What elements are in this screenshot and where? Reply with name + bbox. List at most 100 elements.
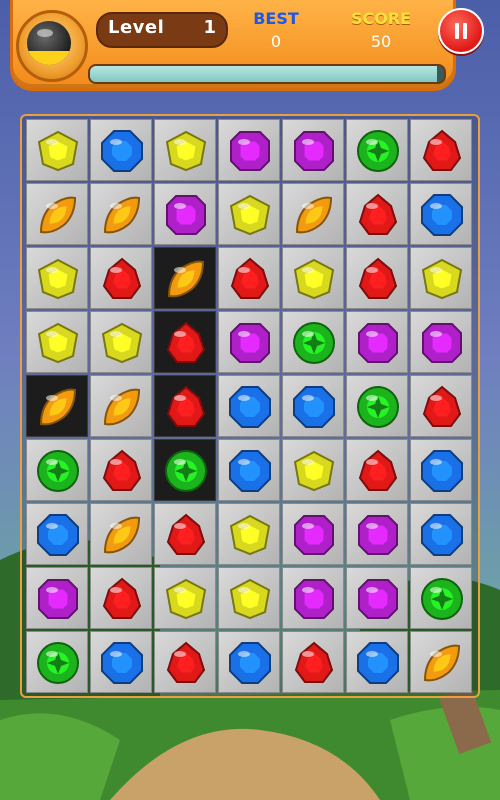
board-cell[interactable] — [218, 119, 280, 181]
board-cell[interactable] — [90, 311, 152, 373]
red-gem-icon — [102, 257, 142, 299]
orange-gem-icon — [39, 388, 77, 426]
board-cell[interactable] — [154, 311, 216, 373]
yellow-gem-icon — [165, 578, 207, 620]
level-value: 1 — [203, 17, 216, 38]
yellow-gem-icon — [229, 578, 271, 620]
board-cell[interactable] — [154, 439, 216, 501]
board-cell[interactable] — [90, 567, 152, 629]
level-progress-bar — [88, 64, 446, 84]
board-cell[interactable] — [26, 439, 88, 501]
board-cell[interactable] — [90, 503, 152, 565]
red-gem-icon — [230, 257, 270, 299]
purple-gem-icon — [294, 131, 334, 171]
purple-gem-icon — [358, 515, 398, 555]
red-gem-icon — [102, 449, 142, 491]
board-cell[interactable] — [218, 311, 280, 373]
board-cell[interactable] — [346, 439, 408, 501]
board-cell[interactable] — [90, 375, 152, 437]
board-cell[interactable] — [410, 503, 472, 565]
board-cell[interactable] — [282, 375, 344, 437]
orange-gem-icon — [423, 644, 461, 682]
orange-gem-icon — [103, 516, 141, 554]
board-cell[interactable] — [154, 119, 216, 181]
board-cell[interactable] — [26, 119, 88, 181]
green-gem-icon — [421, 578, 463, 620]
board-cell[interactable] — [26, 375, 88, 437]
yellow-gem-icon — [229, 194, 271, 236]
red-gem-icon — [358, 449, 398, 491]
board-cell[interactable] — [154, 631, 216, 693]
board-cell[interactable] — [154, 183, 216, 245]
board-cell[interactable] — [410, 119, 472, 181]
board-cell[interactable] — [410, 375, 472, 437]
score-value: 50 — [370, 32, 392, 51]
board-cell[interactable] — [218, 631, 280, 693]
board-cell[interactable] — [218, 503, 280, 565]
progress-pot-icon — [27, 21, 71, 65]
board-cell[interactable] — [410, 439, 472, 501]
board-cell[interactable] — [410, 183, 472, 245]
board-cell[interactable] — [346, 375, 408, 437]
board-cell[interactable] — [346, 311, 408, 373]
board-cell[interactable] — [282, 439, 344, 501]
board-cell[interactable] — [346, 567, 408, 629]
green-gem-icon — [37, 642, 79, 684]
board-cell[interactable] — [218, 439, 280, 501]
board-cell[interactable] — [410, 311, 472, 373]
yellow-gem-icon — [37, 258, 79, 300]
board-cell[interactable] — [346, 247, 408, 309]
yellow-gem-icon — [165, 130, 207, 172]
board-cell[interactable] — [346, 183, 408, 245]
board-cell[interactable] — [346, 503, 408, 565]
red-gem-icon — [166, 641, 206, 683]
board-cell[interactable] — [154, 247, 216, 309]
best-label: BEST — [253, 9, 299, 28]
board-cell[interactable] — [218, 375, 280, 437]
board-cell[interactable] — [218, 567, 280, 629]
board-cell[interactable] — [218, 183, 280, 245]
blue-gem-icon — [293, 386, 335, 428]
purple-gem-icon — [230, 323, 270, 363]
yellow-gem-icon — [229, 514, 271, 556]
board-cell[interactable] — [26, 567, 88, 629]
board-cell[interactable] — [282, 247, 344, 309]
board-cell[interactable] — [90, 183, 152, 245]
board-cell[interactable] — [218, 247, 280, 309]
board-cell[interactable] — [90, 439, 152, 501]
board-cell[interactable] — [90, 119, 152, 181]
board-cell[interactable] — [26, 631, 88, 693]
board-cell[interactable] — [154, 567, 216, 629]
board-cell[interactable] — [282, 503, 344, 565]
board-cell[interactable] — [410, 567, 472, 629]
orange-gem-icon — [103, 196, 141, 234]
board-cell[interactable] — [90, 631, 152, 693]
board-cell[interactable] — [282, 567, 344, 629]
pot-shine — [37, 29, 53, 37]
game-board — [20, 114, 480, 698]
red-gem-icon — [166, 513, 206, 555]
yellow-gem-icon — [37, 130, 79, 172]
orange-gem-icon — [39, 196, 77, 234]
board-cell[interactable] — [154, 503, 216, 565]
board-cell[interactable] — [282, 631, 344, 693]
board-cell[interactable] — [346, 631, 408, 693]
board-cell[interactable] — [410, 631, 472, 693]
board-cell[interactable] — [282, 311, 344, 373]
board-cell[interactable] — [282, 183, 344, 245]
board-cell[interactable] — [26, 247, 88, 309]
board-cell[interactable] — [26, 183, 88, 245]
purple-gem-icon — [294, 579, 334, 619]
board-cell[interactable] — [410, 247, 472, 309]
board-cell[interactable] — [90, 247, 152, 309]
green-gem-icon — [293, 322, 335, 364]
board-cell[interactable] — [154, 375, 216, 437]
pause-button[interactable] — [438, 8, 484, 54]
board-cell[interactable] — [26, 503, 88, 565]
blue-gem-icon — [101, 130, 143, 172]
board-cell[interactable] — [282, 119, 344, 181]
orange-gem-icon — [295, 196, 333, 234]
board-cell[interactable] — [26, 311, 88, 373]
blue-gem-icon — [229, 386, 271, 428]
board-cell[interactable] — [346, 119, 408, 181]
